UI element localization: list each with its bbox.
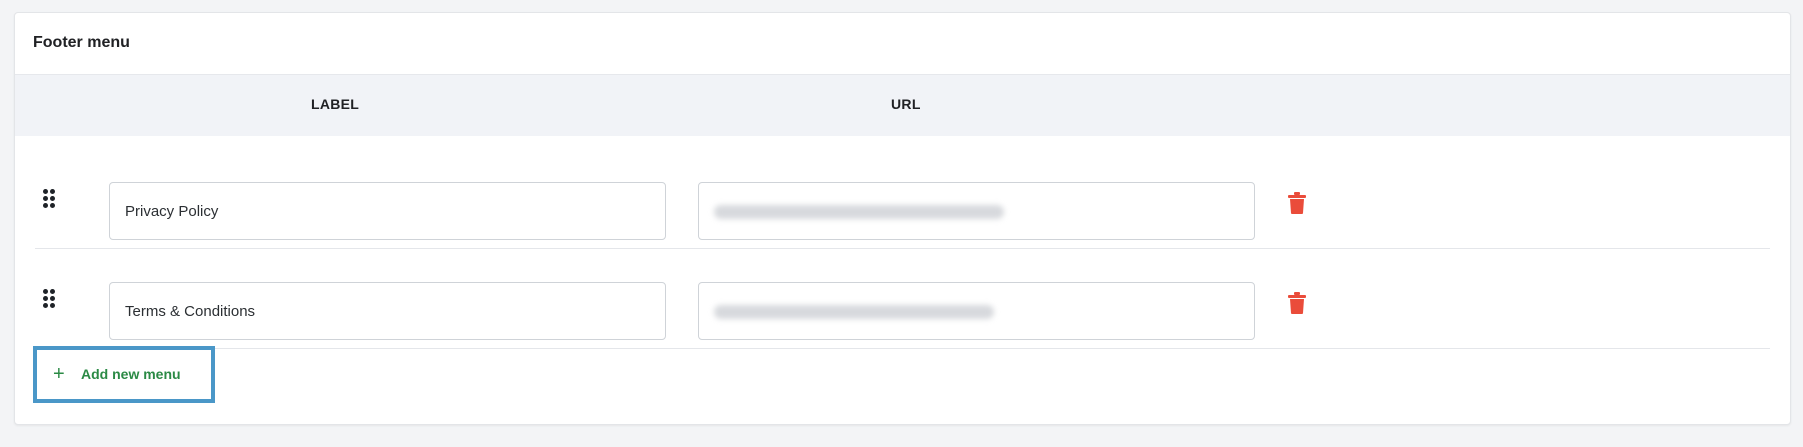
add-new-menu-label: Add new menu — [81, 366, 181, 382]
table-row — [35, 249, 1770, 349]
column-header-label: LABEL — [311, 96, 360, 112]
url-value-redacted — [714, 305, 994, 319]
url-field[interactable] — [698, 282, 1255, 340]
label-input[interactable] — [125, 283, 650, 339]
trash-icon[interactable] — [1288, 292, 1306, 314]
url-value-redacted — [714, 205, 1004, 219]
table-header: LABEL URL — [15, 74, 1790, 136]
column-header-url: URL — [891, 96, 921, 112]
footer-menu-card: Footer menu LABEL URL Privacy Policy Ter… — [14, 12, 1791, 425]
trash-icon[interactable] — [1288, 192, 1306, 214]
label-input[interactable] — [125, 183, 650, 239]
plus-icon: + — [53, 363, 65, 385]
label-field[interactable] — [109, 182, 666, 240]
url-field[interactable] — [698, 182, 1255, 240]
drag-handle-icon[interactable] — [43, 289, 57, 309]
add-new-menu-button[interactable]: + Add new menu — [33, 346, 215, 403]
label-field[interactable] — [109, 282, 666, 340]
section-title: Footer menu — [33, 34, 130, 51]
drag-handle-icon[interactable] — [43, 189, 57, 209]
table-row — [35, 149, 1770, 249]
